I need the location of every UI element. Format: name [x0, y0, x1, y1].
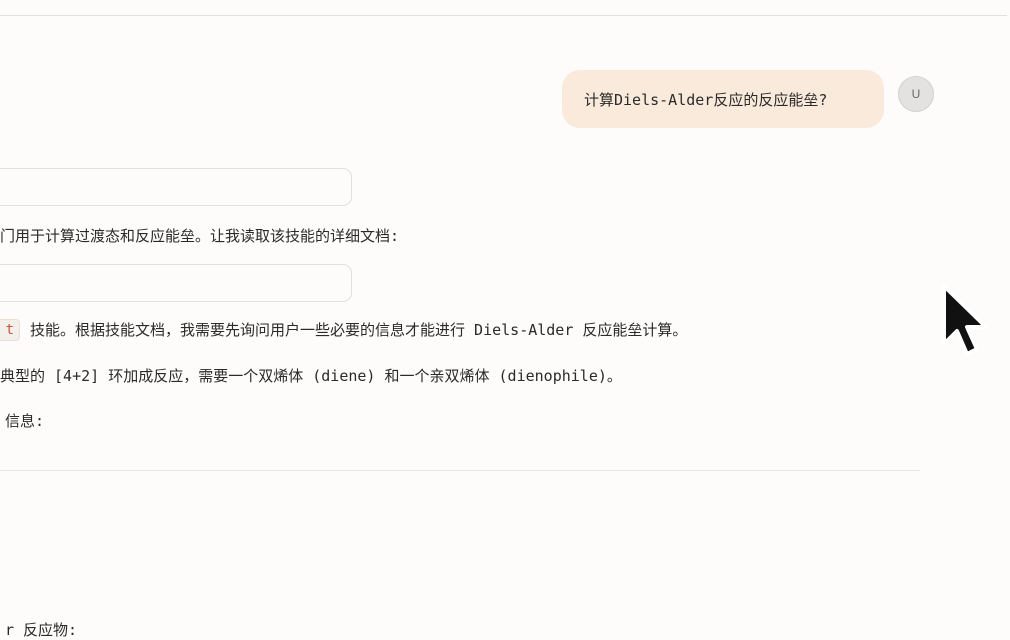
- assistant-text-line: 技能。根据技能文档，我需要先询问用户一些必要的信息才能进行 Diels-Alde…: [30, 321, 688, 339]
- avatar-initial: U: [911, 87, 921, 101]
- assistant-text-line: r 反应物:: [5, 621, 78, 639]
- tool-call-block[interactable]: [0, 264, 352, 302]
- assistant-text-line: 信息:: [5, 412, 45, 430]
- user-message-bubble: 计算Diels-Alder反应的反应能垒?: [562, 70, 884, 128]
- chat-transcript[interactable]: 计算Diels-Alder反应的反应能垒? U 门用于计算过渡态和反应能垒。让我…: [0, 16, 1010, 640]
- mouse-pointer-icon: [942, 284, 988, 356]
- user-message-text: 计算Diels-Alder反应的反应能垒?: [584, 90, 828, 109]
- inline-code-chip: t: [0, 319, 20, 341]
- tool-call-block[interactable]: [0, 168, 352, 206]
- user-avatar: U: [898, 76, 934, 112]
- assistant-text-line: 门用于计算过渡态和反应能垒。让我读取该技能的详细文档:: [0, 227, 400, 245]
- assistant-text-line: 典型的 [4+2] 环加成反应，需要一个双烯体 (diene) 和一个亲双烯体 …: [0, 367, 622, 385]
- content-divider: [0, 470, 920, 471]
